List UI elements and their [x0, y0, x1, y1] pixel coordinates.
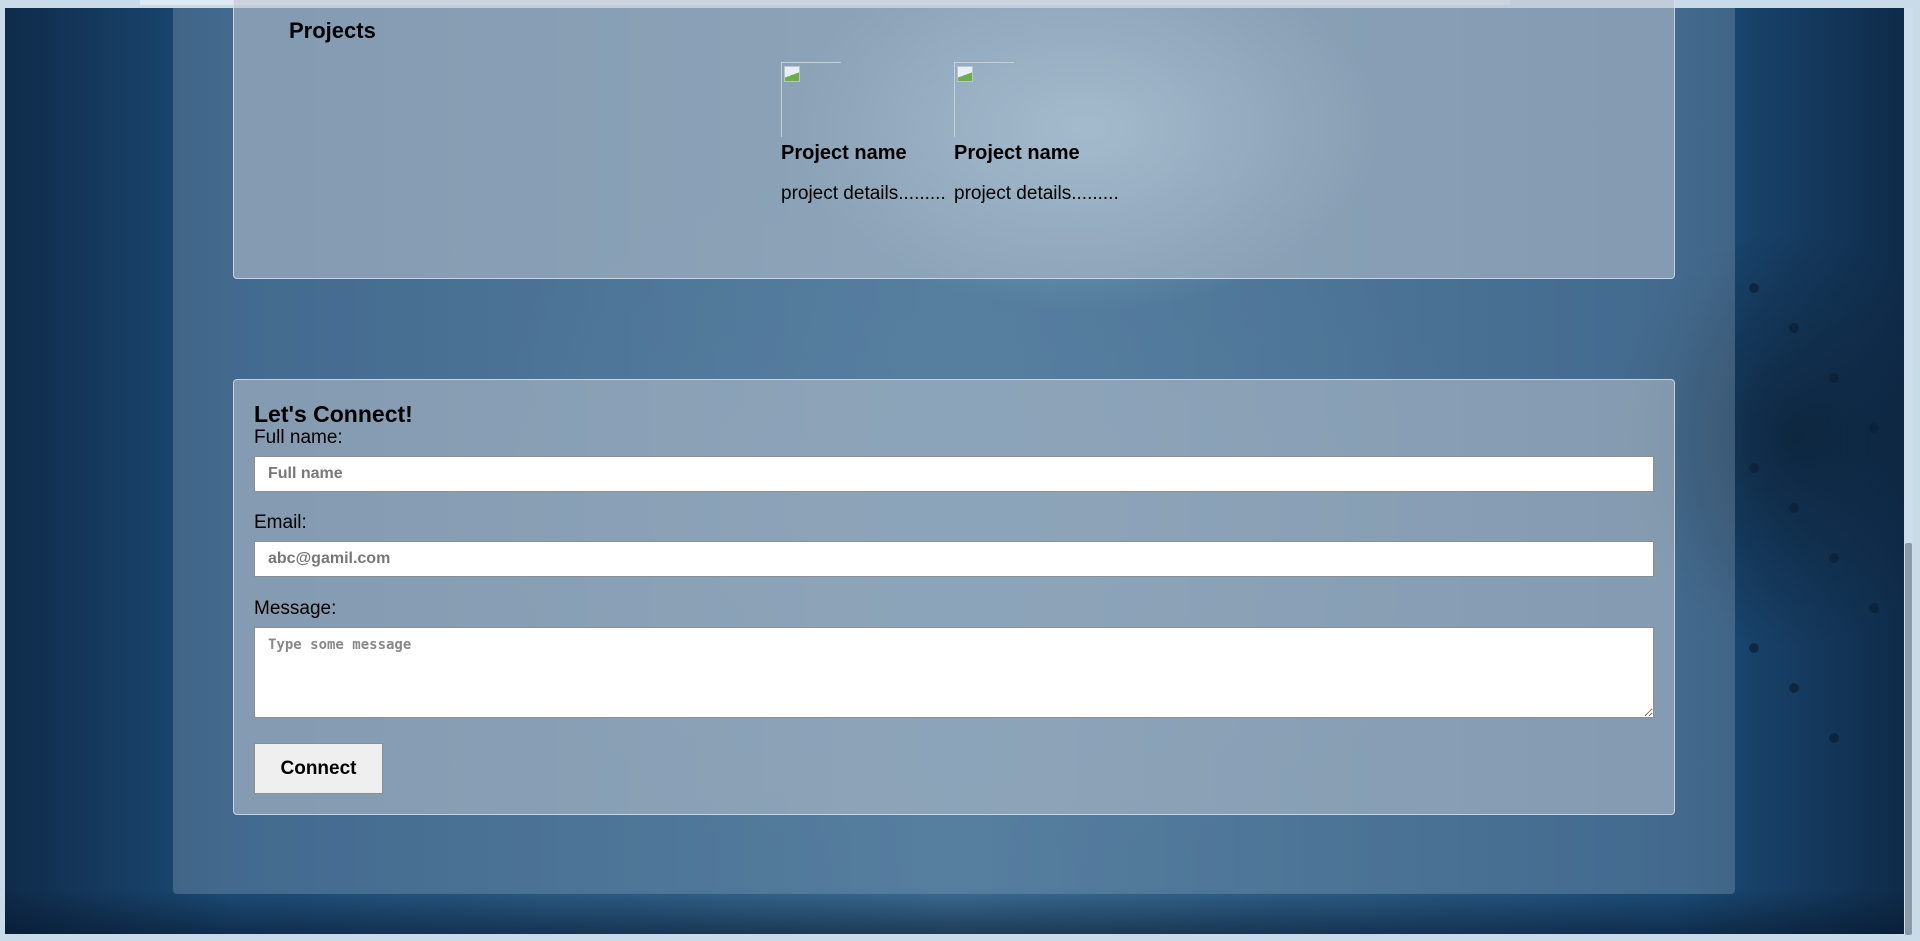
background-vignette [5, 889, 1904, 934]
contact-heading: Let's Connect! [254, 401, 413, 427]
project-name: Project name [781, 142, 907, 164]
connect-button[interactable]: Connect [254, 743, 383, 794]
broken-image-icon [784, 66, 800, 82]
project-image [954, 62, 1014, 137]
fullname-label: Full name: [254, 427, 343, 448]
projects-section: Projects Project name project details...… [233, 0, 1675, 279]
project-details: project details......... [781, 183, 946, 204]
project-card: Project name project details......... [781, 62, 946, 205]
email-input[interactable] [254, 541, 1654, 577]
project-name: Project name [954, 142, 1080, 164]
message-label: Message: [254, 598, 337, 619]
project-details: project details......... [954, 183, 1119, 204]
molecule-network-decoration [1734, 258, 1904, 758]
project-card: Project name project details......... [954, 62, 1119, 205]
broken-image-icon [957, 66, 973, 82]
contact-form-section: Let's Connect! Full name: Email: Message… [233, 379, 1675, 815]
vertical-scrollbar[interactable] [1904, 8, 1913, 935]
email-label: Email: [254, 512, 307, 533]
scrollbar-thumb[interactable] [1905, 543, 1912, 935]
message-textarea[interactable] [254, 627, 1654, 718]
project-image [781, 62, 841, 137]
projects-heading: Projects [289, 18, 376, 43]
fullname-input[interactable] [254, 456, 1654, 492]
